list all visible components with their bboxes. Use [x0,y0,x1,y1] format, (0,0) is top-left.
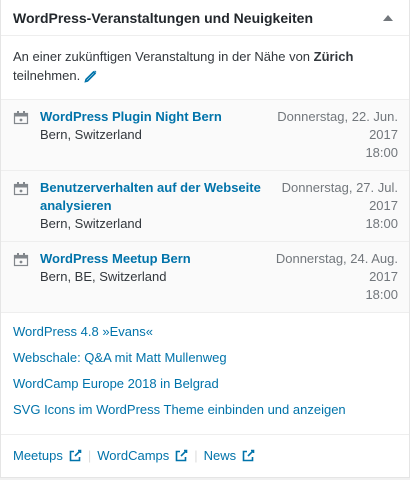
event-info: Benutzerverhalten auf der Webseite analy… [40,179,270,233]
widget-header: WordPress-Veranstaltungen und Neuigkeite… [1,0,409,36]
event-time: 18:00 [365,145,398,160]
triangle-up-icon [383,14,393,21]
external-link-icon [69,449,82,462]
event-info: WordPress Plugin Night Bern Bern, Switze… [40,108,270,162]
event-item: WordPress Plugin Night Bern Bern, Switze… [1,100,409,171]
location-suffix: teilnehmen. [13,68,81,83]
footer-link-label: Meetups [13,448,63,463]
footer-link-news[interactable]: News [204,448,256,463]
external-link-icon [175,449,188,462]
edit-location-button[interactable] [84,69,98,88]
event-date-text: Donnerstag, 27. Jul. 2017 [281,180,398,213]
event-date: Donnerstag, 27. Jul. 2017 18:00 [270,179,398,233]
footer-link-label: News [203,448,237,463]
event-location: Bern, Switzerland [40,127,142,142]
event-item: WordPress Meetup Bern Bern, BE, Switzerl… [1,242,409,312]
event-info: WordPress Meetup Bern Bern, BE, Switzerl… [40,250,264,304]
calendar-icon [13,111,29,125]
event-title-link[interactable]: WordPress Plugin Night Bern [40,108,262,126]
event-time: 18:00 [365,216,398,231]
news-link[interactable]: WordCamp Europe 2018 in Belgrad [13,375,397,393]
widget-title: WordPress-Veranstaltungen und Neuigkeite… [13,9,314,26]
footer-link-meetups[interactable]: Meetups [13,448,82,463]
footer-link-wordcamps[interactable]: WordCamps [97,448,188,463]
event-time: 18:00 [365,287,398,302]
event-date-text: Donnerstag, 22. Jun. 2017 [277,109,398,142]
event-title-link[interactable]: Benutzerverhalten auf der Webseite analy… [40,179,262,215]
location-message: An einer zukünftigen Veranstaltung in de… [1,36,409,100]
event-date: Donnerstag, 22. Jun. 2017 18:00 [270,108,398,162]
event-title-link[interactable]: WordPress Meetup Bern [40,250,256,268]
event-list: WordPress Plugin Night Bern Bern, Switze… [1,100,409,313]
event-item: Benutzerverhalten auf der Webseite analy… [1,171,409,242]
news-link[interactable]: WordPress 4.8 »Evans« [13,323,397,341]
event-date: Donnerstag, 24. Aug. 2017 18:00 [264,250,398,304]
footer-separator: | [194,448,198,463]
footer-separator: | [87,448,92,463]
event-location: Bern, BE, Switzerland [40,269,167,284]
location-city: Zürich [313,49,354,64]
event-date-text: Donnerstag, 24. Aug. 2017 [275,251,398,284]
pencil-icon [84,70,97,83]
news-list: WordPress 4.8 »Evans« Webschale: Q&A mit… [1,313,409,433]
widget-footer: Meetups | WordCamps | News [1,434,409,476]
footer-link-label: WordCamps [97,448,170,463]
news-link[interactable]: Webschale: Q&A mit Matt Mullenweg [13,349,397,367]
toggle-panel-button[interactable] [379,9,397,27]
calendar-icon [13,253,29,267]
external-link-icon [242,449,255,462]
calendar-icon [13,182,29,196]
news-link[interactable]: SVG Icons im WordPress Theme einbinden u… [13,401,397,419]
location-prefix: An einer zukünftigen Veranstaltung in de… [13,49,314,64]
events-news-widget: WordPress-Veranstaltungen und Neuigkeite… [0,0,410,478]
event-location: Bern, Switzerland [40,216,142,231]
